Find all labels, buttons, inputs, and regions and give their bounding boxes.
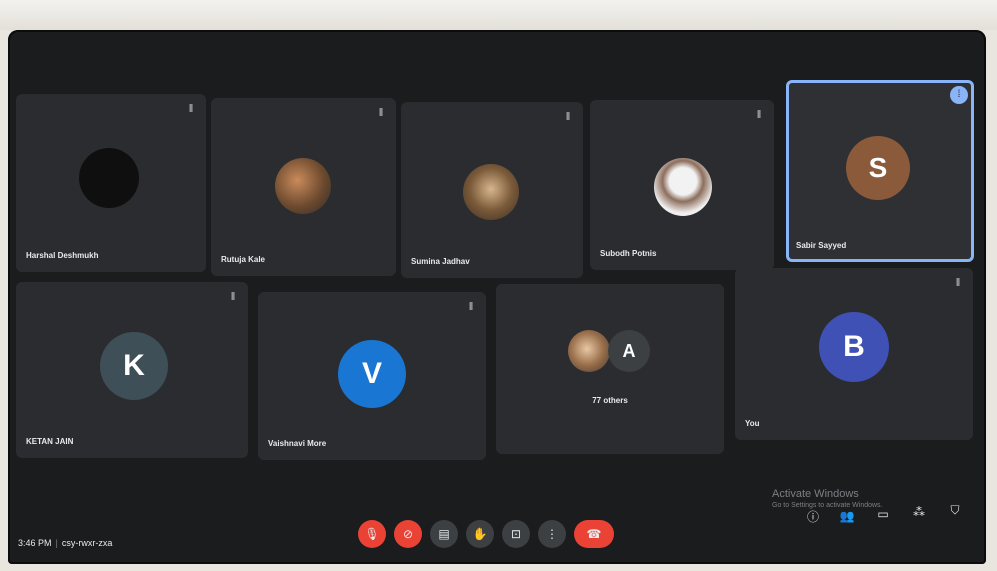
avatar (275, 158, 331, 214)
people-icon: 👥 (839, 509, 855, 523)
participant-name: KETAN JAIN (26, 437, 74, 446)
hand-icon: ✋ (472, 527, 488, 541)
avatar (463, 164, 519, 220)
participant-tile[interactable]: ǁ Sumina Jadhav (401, 102, 583, 278)
info-icon: ⓘ (806, 509, 819, 524)
avatar-letter: V (361, 357, 382, 390)
chat-button[interactable]: ▭ (874, 505, 892, 523)
meeting-code: csy-rwxr-zxa (61, 538, 113, 548)
people-button[interactable]: 👥 (838, 507, 856, 525)
host-controls-button[interactable]: ⛉ (946, 501, 964, 519)
participant-name: Vaishnavi More (268, 439, 327, 448)
participant-tile[interactable]: ǁ Subodh Potnis (590, 100, 774, 270)
participant-tile[interactable]: ǁ K KETAN JAIN (16, 282, 248, 458)
mic-muted-icon: ǁ (230, 291, 236, 303)
control-bar: 3:46 PM | csy-rwxr-zxa 🎙 ⊘ ▤ ✋ ⊡ ⋮ ☎ ⓘ 👥 ▭… (8, 503, 986, 564)
avatar-letter: B (843, 330, 865, 363)
activities-button[interactable]: ⁂ (910, 503, 928, 521)
participant-tile[interactable]: ǁ V Vaishnavi More (258, 292, 486, 460)
clock: 3:46 PM (18, 538, 52, 548)
meet-window: ǁ Harshal Deshmukh ǁ Rutuja Kale ǁ Sumin… (8, 30, 986, 564)
browser-top-strip (0, 0, 997, 30)
camera-off-icon: ⊘ (402, 527, 414, 541)
participant-tile[interactable]: ǁ Harshal Deshmukh (16, 94, 206, 272)
mic-muted-icon: ǁ (756, 109, 762, 121)
avatar: V (338, 340, 406, 408)
mic-off-icon: 🎙 (364, 527, 380, 541)
participant-name: Harshal Deshmukh (26, 251, 99, 260)
participant-tile-active[interactable]: ⁞ S Sabir Sayyed (786, 80, 974, 262)
participant-name: Sumina Jadhav (411, 257, 470, 266)
mic-muted-icon: ǁ (378, 107, 384, 119)
avatar (654, 158, 712, 216)
speaking-indicator-icon: ⁞ (950, 86, 968, 104)
mic-muted-icon: ǁ (468, 301, 474, 313)
chat-icon: ▭ (877, 507, 889, 521)
raise-hand-button[interactable]: ✋ (466, 520, 494, 548)
others-tile[interactable]: A 77 others (496, 284, 724, 454)
participant-name: Sabir Sayyed (796, 241, 847, 250)
participant-name: You (745, 419, 760, 428)
captions-button[interactable]: ▤ (430, 520, 458, 548)
camera-toggle-button[interactable]: ⊘ (394, 520, 422, 548)
more-vert-icon: ⋮ (546, 527, 558, 541)
others-count: 77 others (592, 396, 628, 405)
avatar-letter: K (123, 349, 145, 382)
avatar: S (846, 136, 910, 200)
avatar-letter: A (622, 340, 636, 361)
leave-call-button[interactable]: ☎ (574, 520, 614, 548)
meeting-info: 3:46 PM | csy-rwxr-zxa (18, 538, 113, 548)
avatar: A (608, 330, 650, 372)
shield-icon: ⛉ (950, 502, 960, 517)
participant-name: Subodh Potnis (600, 249, 657, 258)
present-button[interactable]: ⊡ (502, 520, 530, 548)
avatar-letter: S (868, 152, 888, 183)
captions-icon: ▤ (438, 527, 450, 541)
avatar: B (819, 312, 889, 382)
mic-toggle-button[interactable]: 🎙 (358, 520, 386, 548)
info-button[interactable]: ⓘ (804, 507, 822, 525)
participant-name: Rutuja Kale (221, 255, 266, 264)
mic-muted-icon: ǁ (188, 103, 194, 115)
avatar: K (100, 332, 168, 400)
activities-icon: ⁂ (913, 505, 925, 519)
avatar (79, 148, 139, 208)
mic-muted-icon: ǁ (955, 277, 961, 289)
self-tile[interactable]: ǁ B You (735, 268, 973, 440)
avatar (568, 330, 610, 372)
present-icon: ⊡ (510, 527, 522, 541)
more-options-button[interactable]: ⋮ (538, 520, 566, 548)
mic-muted-icon: ǁ (565, 111, 571, 123)
participant-tile[interactable]: ǁ Rutuja Kale (211, 98, 396, 276)
hang-up-icon: ☎ (586, 527, 602, 541)
